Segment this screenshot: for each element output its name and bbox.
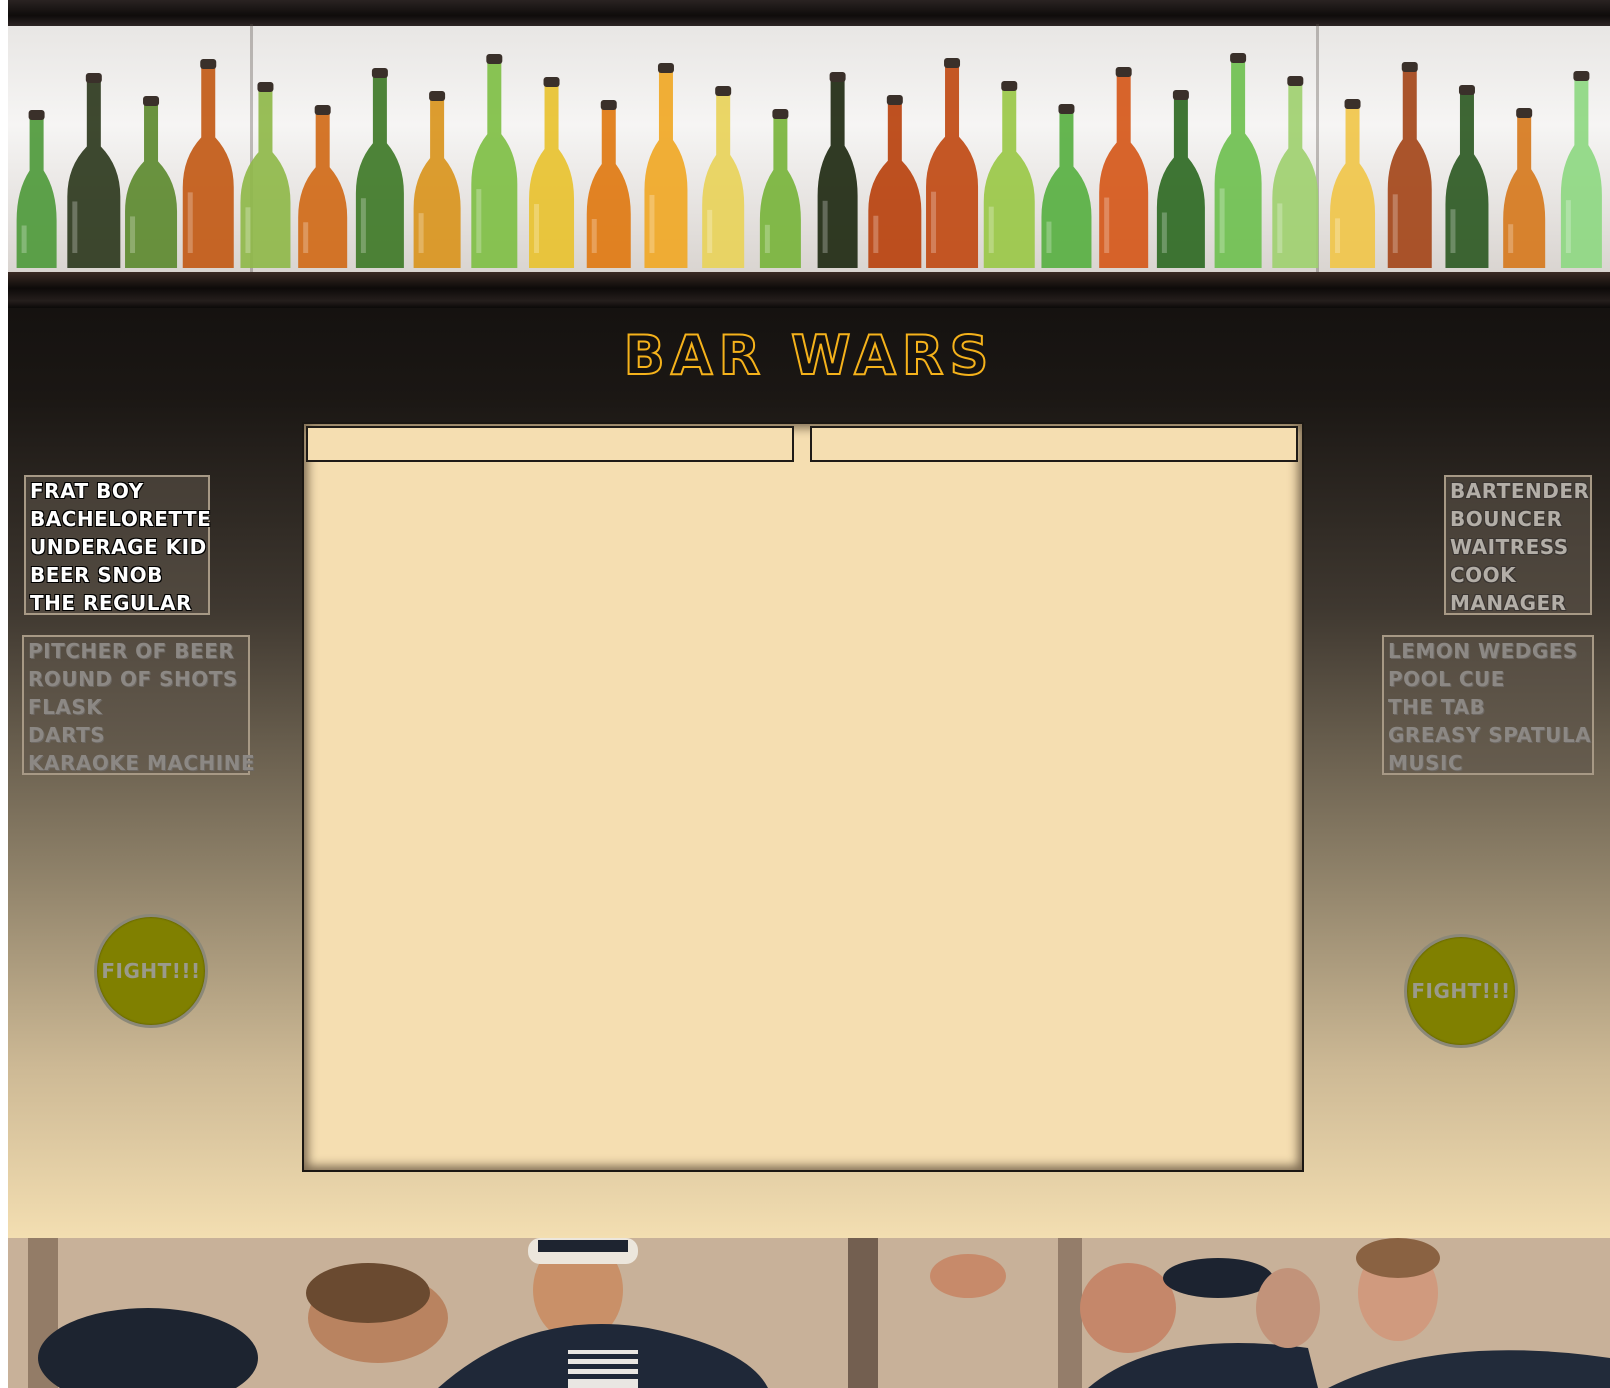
staff-weapon-item[interactable]: The Tab <box>1388 693 1588 721</box>
patron-character-item[interactable]: Frat Boy <box>30 477 204 505</box>
bottle-shape <box>702 86 745 268</box>
patron-weapon-item[interactable]: Flask <box>28 693 244 721</box>
bottle-shape <box>529 77 575 268</box>
staff-character-item[interactable]: Manager <box>1450 589 1586 617</box>
patron-character-list: Frat Boy Bachelorette Underage Kid Beer … <box>24 475 211 617</box>
bottle-shape <box>182 59 234 268</box>
staff-fight-button[interactable]: FIGHT!!! <box>1404 934 1518 1048</box>
staff-character-item[interactable]: Waitress <box>1450 533 1586 561</box>
staff-character-item[interactable]: Cook <box>1450 561 1586 589</box>
page-title: BAR WARS <box>8 322 1610 390</box>
bottle-shape <box>926 58 979 268</box>
bottle-shape <box>471 54 518 268</box>
patron-weapon-item[interactable]: Round of Shots <box>28 665 244 693</box>
bottle-shape <box>817 72 858 268</box>
staff-weapon-item[interactable]: Greasy Spatula <box>1388 721 1591 749</box>
bottle-shape <box>759 109 801 268</box>
staff-weapon-list: Lemon Wedges Pool Cue The Tab Greasy Spa… <box>1382 635 1594 775</box>
bottle-shape <box>298 105 348 268</box>
staff-weapon-item[interactable]: Music <box>1388 749 1588 777</box>
brawl-illustration <box>8 1238 1610 1388</box>
patron-weapon-item[interactable]: Pitcher of Beer <box>28 637 244 665</box>
bottle-shape <box>413 91 461 268</box>
bottle-shape <box>355 68 404 268</box>
bottle-shape <box>1503 108 1546 268</box>
bottle-shape <box>868 95 922 268</box>
bottle-shape <box>983 81 1035 268</box>
right-fighter-slot <box>810 426 1298 462</box>
bottle-shape <box>586 100 631 268</box>
staff-character-item[interactable]: Bouncer <box>1450 505 1586 533</box>
bottle-shape <box>1041 104 1092 268</box>
bottle-shape <box>1214 53 1262 268</box>
fight-button-label: FIGHT!!! <box>1411 979 1511 1003</box>
bottle-shape <box>644 63 688 268</box>
fight-button-label: FIGHT!!! <box>101 959 201 983</box>
bottle-shape <box>125 96 178 268</box>
staff-character-item[interactable]: Bartender <box>1450 477 1589 505</box>
fight-arena <box>302 422 1304 1172</box>
shelf-bottom-rail <box>8 272 1610 308</box>
patron-fight-button[interactable]: FIGHT!!! <box>94 914 208 1028</box>
bottles-illustration <box>16 53 1602 268</box>
patron-weapon-item[interactable]: Karaoke Machine <box>28 749 255 777</box>
game-stage: BAR WARS Frat Boy Bachelorette Underage … <box>8 308 1610 1238</box>
bottle-shape <box>1099 67 1149 268</box>
bottle-shape <box>67 73 121 268</box>
bottle-shape <box>1272 76 1319 268</box>
staff-character-list: Bartender Bouncer Waitress Cook Manager <box>1444 475 1592 615</box>
patron-weapon-list: Pitcher of Beer Round of Shots Flask Dar… <box>22 635 255 777</box>
patron-character-item[interactable]: Beer Snob <box>30 561 204 589</box>
bottle-shape <box>16 110 57 268</box>
patron-character-item[interactable]: The Regular <box>30 589 204 617</box>
left-fighter-slot <box>306 426 794 462</box>
bottle-shape <box>1445 85 1489 268</box>
bottle-shape <box>1156 90 1205 268</box>
bottle-shelf-banner <box>8 0 1610 308</box>
staff-weapon-item[interactable]: Pool Cue <box>1388 665 1588 693</box>
bar-brawl-painting <box>8 1238 1610 1388</box>
bottle-shape <box>240 82 291 268</box>
bottle-shape <box>1387 62 1432 268</box>
title-logo: BAR WARS <box>623 323 995 386</box>
bottle-shape <box>1330 99 1376 268</box>
patron-character-item[interactable]: Underage Kid <box>30 533 206 561</box>
patron-weapon-item[interactable]: Darts <box>28 721 244 749</box>
bottle-shape <box>1560 71 1602 268</box>
staff-weapon-item[interactable]: Lemon Wedges <box>1388 637 1588 665</box>
title-text: BAR WARS <box>624 324 995 386</box>
patron-character-item[interactable]: Bachelorette <box>30 505 211 533</box>
